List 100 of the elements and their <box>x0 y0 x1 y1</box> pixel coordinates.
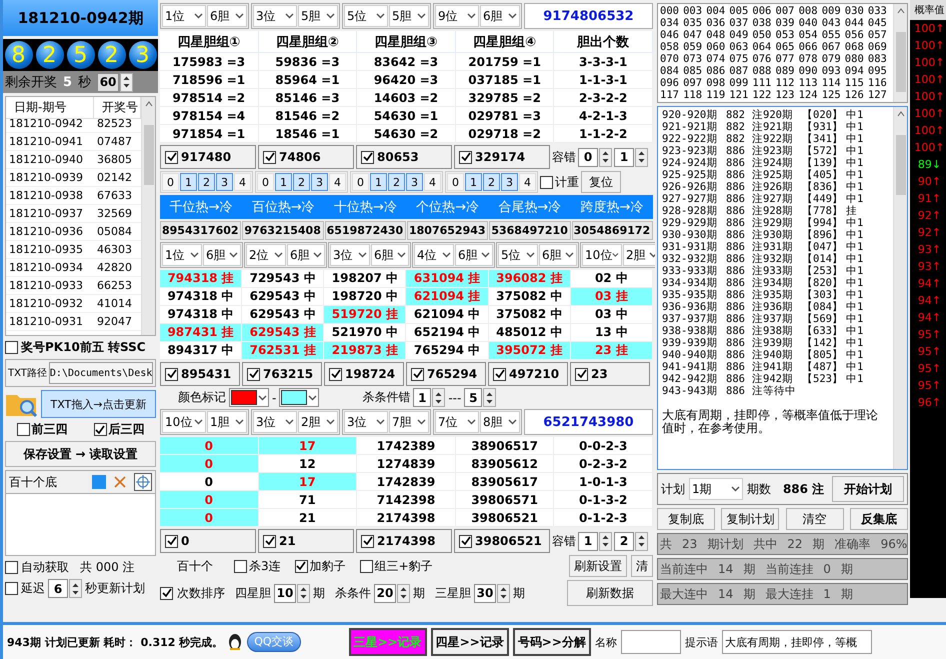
digit-toggle[interactable]: 3 <box>406 173 423 191</box>
dropdown[interactable]: 6胆 <box>207 5 247 27</box>
digit-toggle[interactable]: 1 <box>275 173 292 191</box>
dropdown[interactable]: 7胆 <box>389 411 429 433</box>
checkbox[interactable] <box>361 150 374 164</box>
checkbox[interactable] <box>411 368 424 380</box>
action-button[interactable]: 反集底 <box>850 508 908 530</box>
refresh-button[interactable]: 清 <box>631 555 653 577</box>
scroll-thumb[interactable] <box>144 125 154 185</box>
dropdown[interactable]: 8胆 <box>480 411 520 433</box>
dropdown[interactable]: 3位 <box>253 411 297 433</box>
dropdown[interactable]: 3位 <box>344 411 388 433</box>
checkbox[interactable] <box>165 368 178 380</box>
digit-toggle[interactable]: 2 <box>483 173 500 191</box>
record-button[interactable]: 号码>>分解 <box>512 628 591 656</box>
scroll-thumb[interactable] <box>896 135 906 195</box>
save-load-button[interactable]: 保存设置 → 读取设置 <box>5 441 156 467</box>
dropdown[interactable]: 6胆 <box>371 244 409 266</box>
digit-toggle[interactable]: 3 <box>501 173 518 191</box>
number-field[interactable]: 2 <box>614 532 634 550</box>
dropdown[interactable]: 2位 <box>246 244 286 266</box>
checkbox[interactable] <box>294 560 308 572</box>
number-field[interactable]: 0 <box>578 148 598 166</box>
dropdown[interactable]: 1胆 <box>207 411 247 433</box>
checkbox[interactable] <box>94 423 106 436</box>
name-field[interactable] <box>620 630 681 654</box>
dropdown[interactable]: 1期 <box>689 478 743 500</box>
spin-buttons[interactable] <box>397 584 410 602</box>
number-field[interactable]: 10 <box>274 584 296 602</box>
number-field[interactable]: 1 <box>413 388 432 407</box>
checkbox[interactable] <box>459 534 472 548</box>
spin-buttons[interactable] <box>599 148 612 166</box>
dropdown[interactable]: 6胆 <box>455 244 493 266</box>
digit-toggle[interactable]: 1 <box>370 173 387 191</box>
checkbox[interactable] <box>247 368 260 380</box>
color-picker[interactable] <box>229 388 269 407</box>
reset-button[interactable]: 复位 <box>581 171 621 193</box>
checkbox[interactable] <box>540 176 553 188</box>
scroll-thumb[interactable] <box>896 32 906 92</box>
color-picker[interactable] <box>279 388 320 407</box>
number-field[interactable]: 30 <box>474 584 496 602</box>
digit-toggle[interactable]: 2 <box>293 173 310 191</box>
dropdown[interactable]: 10位 <box>162 411 206 433</box>
dropdown[interactable]: 3位 <box>330 244 370 266</box>
number-field[interactable]: 1 <box>614 148 634 166</box>
record-button[interactable]: 四星>>记录 <box>430 628 509 656</box>
spin-buttons[interactable] <box>297 584 310 602</box>
checkbox[interactable] <box>165 150 178 164</box>
dropdown[interactable]: 1位 <box>162 244 202 266</box>
crosshair-icon[interactable] <box>134 473 152 491</box>
import-button[interactable]: TXT拖入→点击更新 <box>41 390 156 418</box>
spin-buttons[interactable] <box>69 579 82 598</box>
checkbox[interactable] <box>360 560 373 572</box>
spin-buttons[interactable] <box>432 388 446 407</box>
path-field[interactable]: D:\Documents\Desk <box>48 362 153 384</box>
number-field[interactable]: 6 <box>48 579 68 598</box>
spin-buttons[interactable] <box>635 148 648 166</box>
checkbox[interactable] <box>329 368 342 380</box>
checkbox[interactable] <box>5 561 18 574</box>
action-button[interactable]: 复制底 <box>657 508 715 530</box>
checkbox[interactable] <box>575 368 588 380</box>
digit-toggle[interactable]: 4 <box>234 173 251 191</box>
dropdown[interactable]: 4位 <box>414 244 454 266</box>
dropdown[interactable]: 7位 <box>435 411 479 433</box>
spin-buttons[interactable] <box>497 584 510 602</box>
dropdown[interactable]: 5胆 <box>389 5 429 27</box>
checkbox[interactable] <box>165 534 178 548</box>
number-field[interactable]: 20 <box>374 584 396 602</box>
dropdown[interactable]: 6胆 <box>480 5 520 27</box>
checkbox[interactable] <box>361 534 374 548</box>
number-field[interactable]: 5 <box>464 388 482 407</box>
digit-toggle[interactable]: 4 <box>424 173 441 191</box>
checkbox[interactable] <box>160 586 173 600</box>
dropdown[interactable]: 5位 <box>498 244 538 266</box>
number-field[interactable]: 60 <box>97 72 120 92</box>
digit-toggle[interactable]: 0 <box>352 173 369 191</box>
dropdown[interactable]: 2胆 <box>298 411 338 433</box>
close-icon[interactable] <box>114 476 126 488</box>
dropdown[interactable]: 5位 <box>344 5 388 27</box>
checkbox[interactable] <box>459 150 472 164</box>
spin-buttons[interactable] <box>599 532 612 550</box>
refresh-data-button[interactable]: 刷新数据 <box>567 580 653 606</box>
checkbox[interactable] <box>5 341 18 354</box>
digit-toggle[interactable]: 3 <box>311 173 328 191</box>
checkbox[interactable] <box>263 534 276 548</box>
dropdown[interactable]: 9位 <box>435 5 479 27</box>
dropdown[interactable]: 10位 <box>582 244 622 266</box>
action-button[interactable]: 清空 <box>786 508 844 530</box>
dropdown[interactable]: 1位 <box>162 5 206 27</box>
digit-toggle[interactable]: 0 <box>447 173 464 191</box>
dropdown[interactable]: 6胆 <box>203 244 241 266</box>
digit-toggle[interactable]: 2 <box>198 173 215 191</box>
digit-toggle[interactable]: 2 <box>388 173 405 191</box>
spin-buttons[interactable] <box>483 388 496 407</box>
checkbox[interactable] <box>234 560 247 572</box>
dropdown[interactable]: 6胆 <box>287 244 325 266</box>
checkbox[interactable] <box>16 423 30 436</box>
checkbox[interactable] <box>263 150 276 164</box>
digit-toggle[interactable]: 4 <box>519 173 536 191</box>
checkbox[interactable] <box>5 582 18 595</box>
